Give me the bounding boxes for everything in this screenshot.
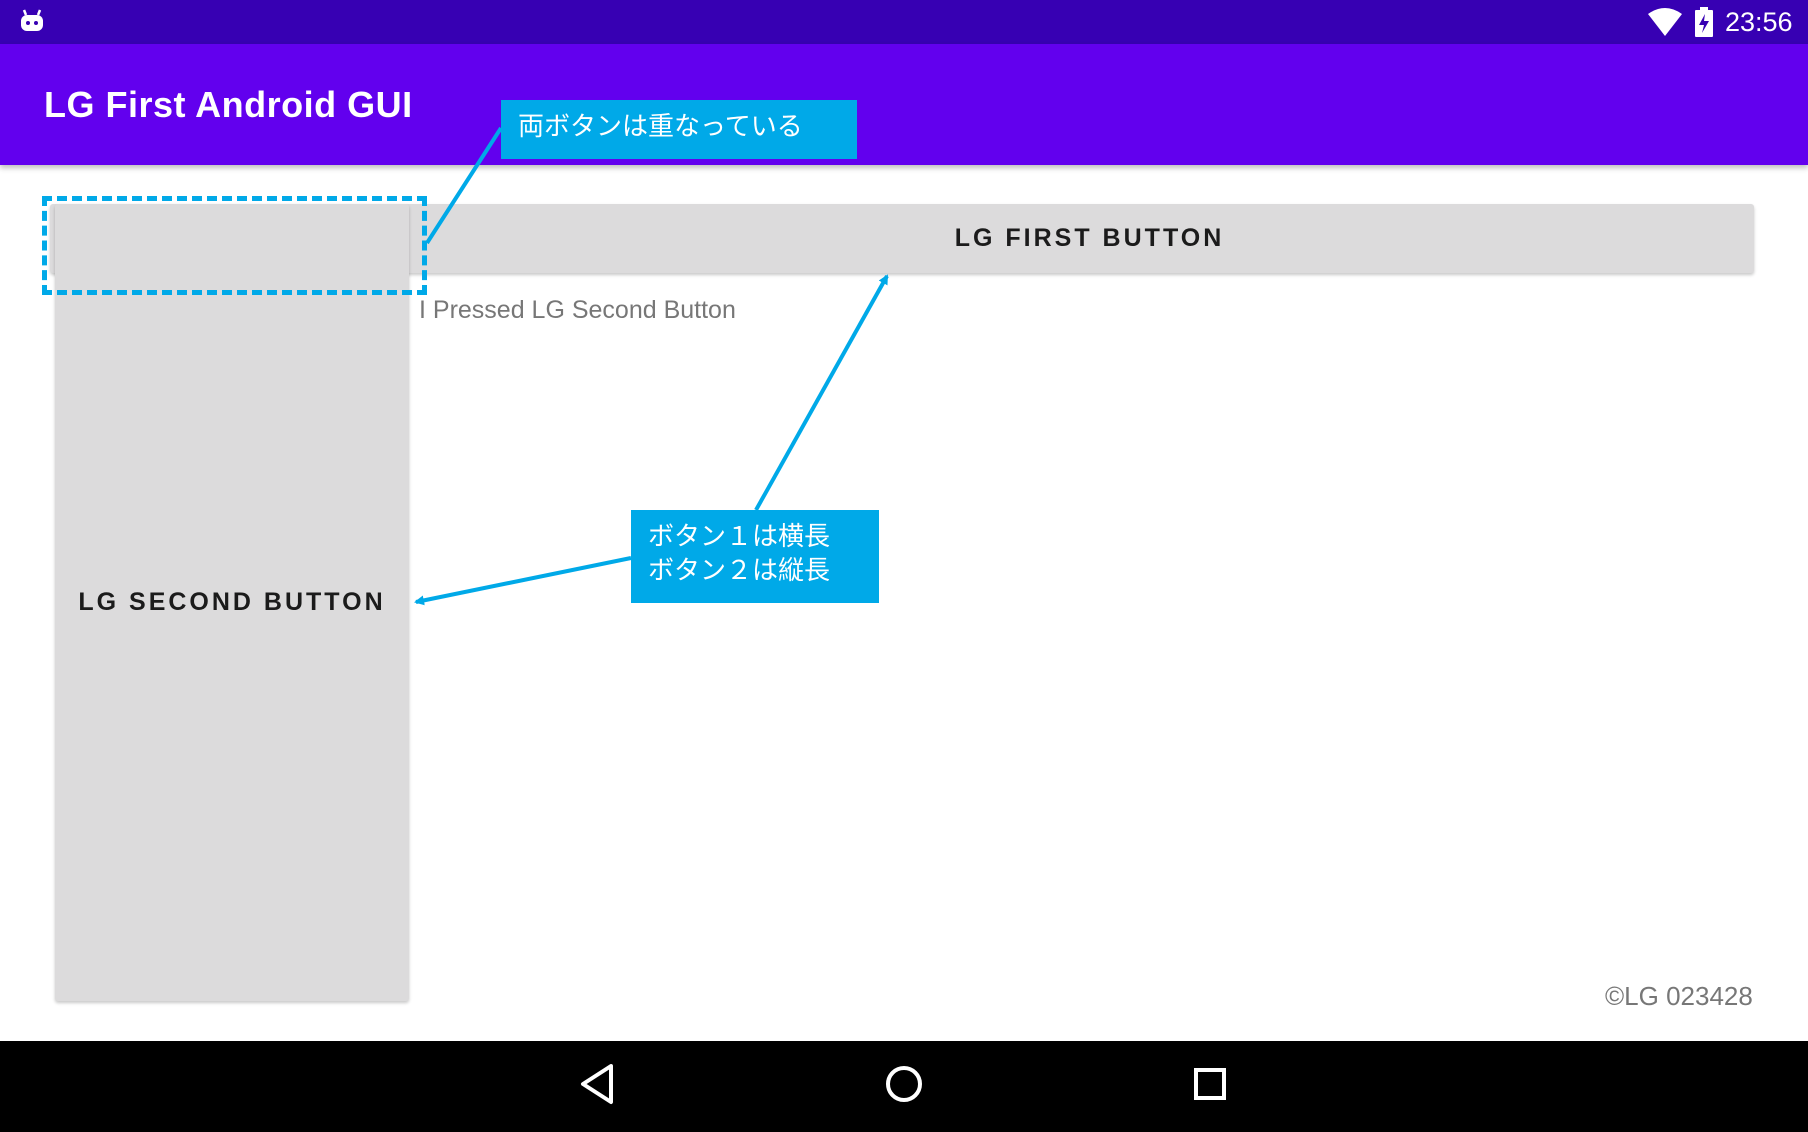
arrow-to-second-button xyxy=(414,556,632,606)
lg-second-button[interactable]: LG SECOND BUTTON xyxy=(55,204,409,1001)
battery-charging-icon xyxy=(1695,7,1713,41)
arrow-to-first-button xyxy=(754,274,889,511)
home-icon[interactable] xyxy=(882,1061,926,1111)
wifi-icon xyxy=(1648,8,1682,40)
status-clock: 23:56 xyxy=(1725,7,1793,37)
copyright-text: ©LG 023428 xyxy=(1605,981,1753,1011)
overlap-annotation: 両ボタンは重なっている xyxy=(501,100,857,159)
navigation-bar xyxy=(0,1041,1808,1132)
status-bar: 23:56 xyxy=(0,0,1808,44)
lg-first-button-label: LG FIRST BUTTON xyxy=(954,224,1225,252)
back-icon[interactable] xyxy=(578,1061,620,1111)
recents-icon[interactable] xyxy=(1190,1061,1230,1111)
pressed-status-text: I Pressed LG Second Button xyxy=(419,296,736,324)
app-bar: LG First Android GUI xyxy=(0,44,1808,165)
shape-annotation: ボタン１は横長 ボタン２は縦長 xyxy=(631,510,879,603)
android-robot-icon xyxy=(20,9,44,37)
overlap-highlight-box xyxy=(42,196,427,295)
app-title: LG First Android GUI xyxy=(44,84,413,125)
lg-second-button-label: LG SECOND BUTTON xyxy=(78,588,386,616)
